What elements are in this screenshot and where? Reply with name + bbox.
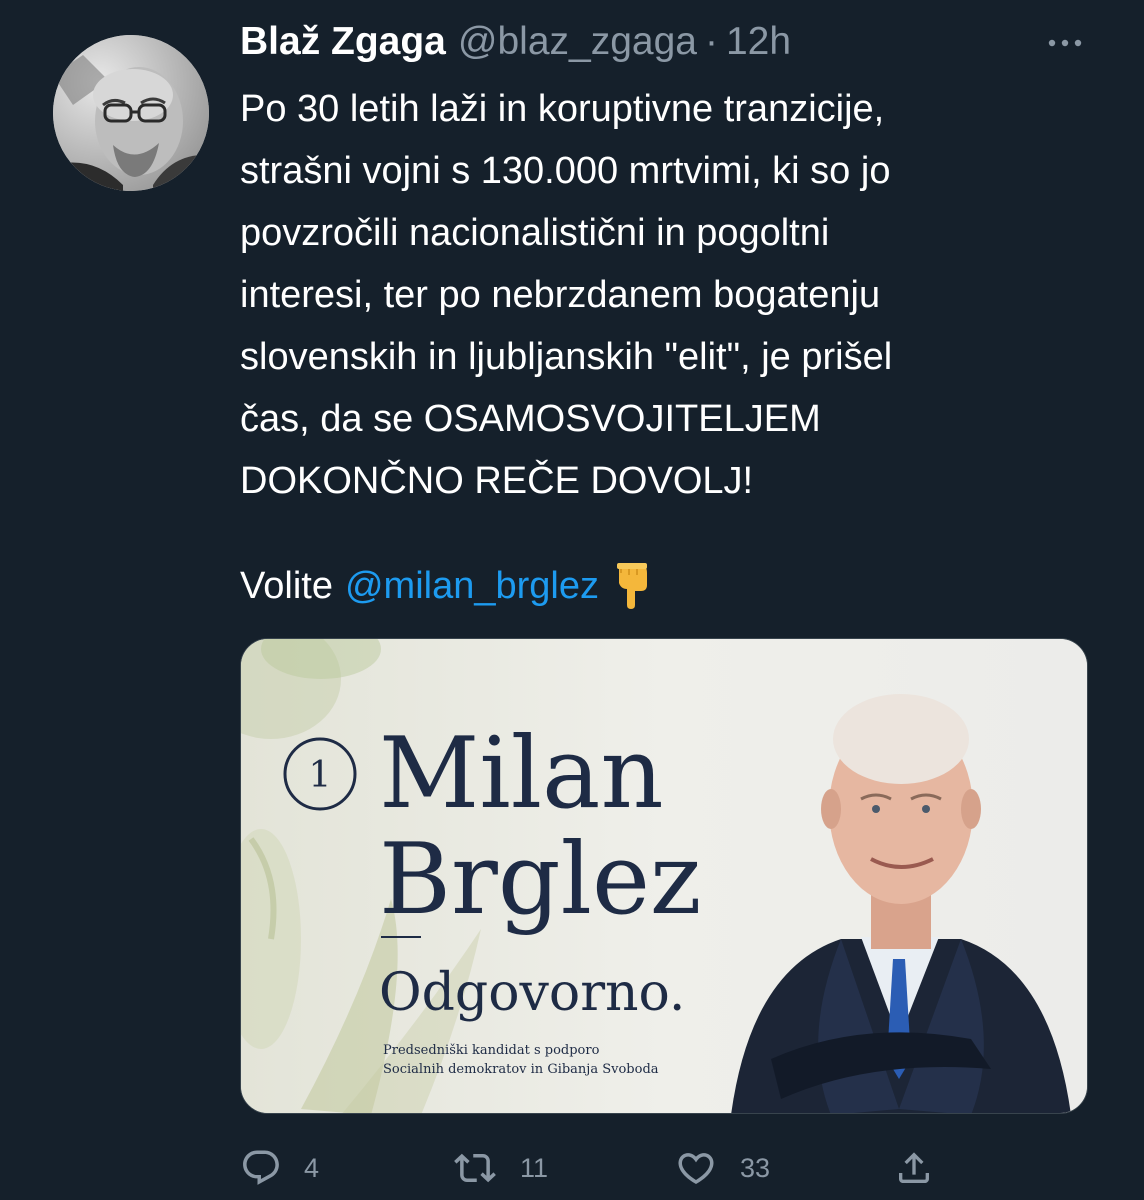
reply-count: 4 xyxy=(304,1152,320,1183)
like-count: 33 xyxy=(740,1152,771,1183)
media-divider xyxy=(381,936,421,938)
candidate-number-badge: 1 xyxy=(281,735,359,813)
tweet-body: Po 30 letih laži in koruptivne tranzicij… xyxy=(240,78,1100,512)
like-button[interactable]: 33 xyxy=(674,1140,770,1196)
candidate-number: 1 xyxy=(309,755,332,796)
reply-bubble-icon xyxy=(243,1150,279,1185)
retweet-count: 11 xyxy=(520,1152,549,1183)
vote-prefix: Volite xyxy=(240,565,333,607)
pointing-down-emoji-icon xyxy=(611,563,653,609)
retweet-icon xyxy=(454,1153,496,1183)
campaign-caption: Predsedniški kandidat s podporo Socialni… xyxy=(383,1041,659,1079)
more-options-button[interactable] xyxy=(1040,28,1090,58)
tweet-header: Blaž Zgaga @blaz_zgaga · 12h xyxy=(240,18,791,66)
tweet-text-line: Po 30 letih laži in koruptivne tranzicij… xyxy=(240,88,885,130)
caption-line: Socialnih demokratov in Gibanja Svoboda xyxy=(383,1062,659,1077)
tweet-timestamp[interactable]: 12h xyxy=(726,20,791,64)
share-button[interactable] xyxy=(894,1140,934,1196)
tweet-media-image[interactable]: 1 Milan Brglez Odgovorno. Predsedniški k… xyxy=(240,638,1088,1114)
separator-dot: · xyxy=(704,20,718,63)
reply-button[interactable]: 4 xyxy=(240,1140,319,1196)
author-name[interactable]: Blaž Zgaga xyxy=(240,20,446,64)
tweet-action-bar: 4 11 33 xyxy=(240,1140,960,1196)
heart-icon xyxy=(678,1153,714,1185)
mention-link[interactable]: @milan_brglez xyxy=(345,555,599,617)
tweet: Blaž Zgaga @blaz_zgaga · 12h Po 30 letih… xyxy=(0,0,1144,1200)
more-dots-icon xyxy=(1048,39,1082,47)
candidate-last-name: Brglez xyxy=(379,823,702,937)
share-upload-icon xyxy=(899,1152,929,1183)
tweet-text-line: interesi, ter po nebrzdanem bogatenju xyxy=(240,274,881,316)
tweet-text-line: čas, da se OSAMOSVOJITELJEM xyxy=(240,398,821,440)
tweet-text-line: povzročili nacionalistični in pogoltni xyxy=(240,212,830,254)
campaign-slogan: Odgovorno. xyxy=(379,963,686,1023)
retweet-button[interactable]: 11 xyxy=(452,1140,548,1196)
avatar-portrait-image xyxy=(53,35,209,191)
tweet-text-line: strašni vojni s 130.000 mrtvimi, ki so j… xyxy=(240,150,891,192)
tweet-text-line: DOKONČNO REČE DOVOLJ! xyxy=(240,460,754,502)
candidate-portrait xyxy=(731,694,1071,1113)
candidate-first-name: Milan xyxy=(379,717,664,831)
tweet-text-line: slovenskih in ljubljanskih "elit", je pr… xyxy=(240,336,893,378)
vote-line: Volite @milan_brglez xyxy=(240,555,653,617)
caption-line: Predsedniški kandidat s podporo xyxy=(383,1043,600,1058)
author-handle[interactable]: @blaz_zgaga xyxy=(458,20,697,64)
author-avatar[interactable] xyxy=(53,35,209,191)
